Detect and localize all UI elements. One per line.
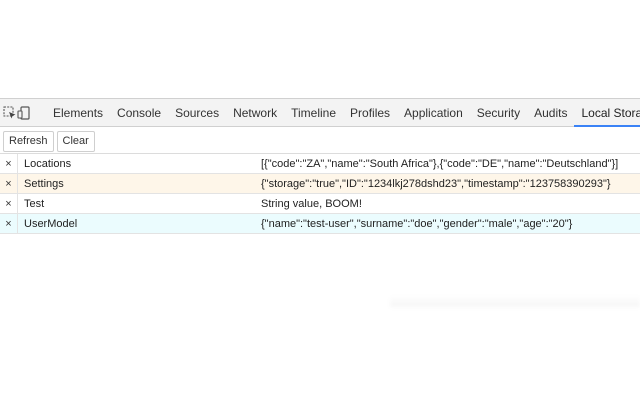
device-mode-icon[interactable]	[17, 99, 31, 126]
storage-table: × Locations [{"code":"ZA","name":"South …	[0, 154, 640, 234]
storage-value: {"storage":"true","ID":"1234lkj278dshd23…	[261, 177, 611, 190]
delete-row-icon[interactable]: ×	[0, 214, 18, 233]
storage-key: Locations	[24, 157, 72, 170]
storage-key: Settings	[24, 177, 64, 190]
tab-profiles[interactable]: Profiles	[343, 99, 397, 126]
delete-row-icon[interactable]: ×	[0, 154, 18, 173]
storage-row[interactable]: × Locations [{"code":"ZA","name":"South …	[0, 154, 640, 174]
decorative-shadow	[390, 295, 640, 307]
clear-button[interactable]: Clear	[56, 130, 95, 152]
tab-timeline[interactable]: Timeline	[284, 99, 343, 126]
devtools-tabs: Elements Console Sources Network Timelin…	[46, 99, 640, 127]
storage-actions-bar: Refresh Clear	[0, 127, 640, 154]
storage-row[interactable]: × UserModel {"name":"test-user","surname…	[0, 214, 640, 234]
delete-row-icon[interactable]: ×	[0, 174, 18, 193]
refresh-button[interactable]: Refresh	[3, 130, 54, 152]
storage-value: [{"code":"ZA","name":"South Africa"},{"c…	[261, 157, 619, 170]
tab-network[interactable]: Network	[226, 99, 284, 126]
tab-application[interactable]: Application	[397, 99, 470, 126]
tab-local-storage[interactable]: Local Storage	[574, 99, 640, 127]
storage-value: {"name":"test-user","surname":"doe","gen…	[261, 217, 573, 230]
storage-value: String value, BOOM!	[261, 197, 362, 210]
storage-row[interactable]: × Settings {"storage":"true","ID":"1234l…	[0, 174, 640, 194]
tab-console[interactable]: Console	[110, 99, 168, 126]
devtools-toolbar: Elements Console Sources Network Timelin…	[0, 98, 640, 127]
tab-elements[interactable]: Elements	[46, 99, 110, 126]
storage-key: UserModel	[24, 217, 78, 230]
delete-row-icon[interactable]: ×	[0, 194, 18, 213]
storage-key: Test	[24, 197, 45, 210]
devtools-panel: Elements Console Sources Network Timelin…	[0, 98, 640, 234]
tab-audits[interactable]: Audits	[527, 99, 574, 126]
inspect-element-icon[interactable]	[3, 99, 17, 126]
tab-sources[interactable]: Sources	[168, 99, 226, 126]
tab-security[interactable]: Security	[470, 99, 527, 126]
page: Elements Console Sources Network Timelin…	[0, 0, 640, 400]
storage-row[interactable]: × Test String value, BOOM!	[0, 194, 640, 214]
